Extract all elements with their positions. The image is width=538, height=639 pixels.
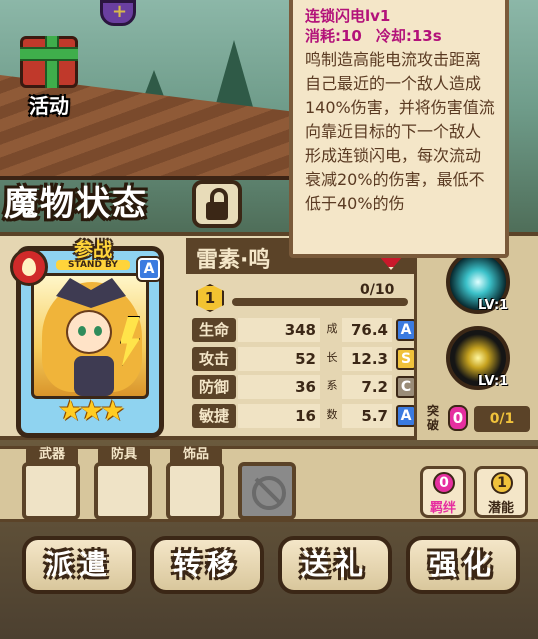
growth-label: 长: [326, 351, 338, 364]
rank-badge: A: [138, 258, 160, 280]
monster-name: 雷素·鸣: [196, 248, 271, 273]
tooltip-skill-name: 连锁闪电lv1: [305, 7, 391, 25]
stat-value: 52: [238, 347, 320, 371]
enhance-button[interactable]: 强化: [406, 536, 520, 594]
potential-label: 潜能: [487, 501, 514, 516]
gift-icon: [20, 36, 78, 88]
growth-value: 76.4: [342, 318, 392, 342]
gem-plus-icon[interactable]: +: [100, 0, 136, 26]
growth-label: 数: [326, 408, 338, 421]
stat-label: 攻击: [192, 347, 236, 371]
tooltip-cost: 消耗:10: [305, 27, 362, 45]
fire-element-icon: [10, 248, 48, 286]
potential-count: 1: [491, 472, 513, 494]
bond-button[interactable]: 0 羁绊: [420, 466, 466, 518]
exp-text: 0/10: [360, 282, 395, 298]
stat-label: 生命: [192, 318, 236, 342]
bond-count: 0: [433, 472, 455, 494]
star-rating: ★★★: [58, 396, 125, 426]
stat-value: 348: [238, 318, 320, 342]
stat-row: 攻击 52 长 12.3 S: [192, 347, 416, 373]
growth-value: 7.2: [342, 375, 392, 399]
armor-slot[interactable]: [94, 462, 152, 520]
stat-label: 防御: [192, 375, 236, 399]
accessory-slot[interactable]: [166, 462, 224, 520]
dispatch-button[interactable]: 派遣: [22, 536, 136, 594]
event-label: 活动: [29, 94, 69, 118]
grade-badge: A: [396, 405, 416, 427]
grade-badge: C: [396, 376, 416, 398]
exp-bar: [232, 298, 408, 306]
lock-button[interactable]: [192, 180, 242, 228]
monster-portrait: [31, 273, 149, 399]
tooltip-cooldown: 冷却:13s: [375, 27, 442, 45]
stat-row: 生命 348 成 76.4 A: [192, 318, 416, 344]
weapon-slot[interactable]: [22, 462, 80, 520]
locked-slot[interactable]: [238, 462, 296, 520]
standby-label: STAND BY: [56, 260, 130, 270]
transfer-button[interactable]: 转移: [150, 536, 264, 594]
growth-value: 5.7: [342, 404, 392, 428]
stat-value: 16: [238, 404, 320, 428]
growth-value: 12.3: [342, 347, 392, 371]
stat-value: 36: [238, 375, 320, 399]
growth-label: 成: [326, 322, 338, 335]
breakthrough-progress[interactable]: 0/1: [474, 406, 530, 432]
stat-row: 防御 36 系 7.2 C: [192, 375, 416, 401]
breakthrough-count: 0: [448, 405, 468, 431]
event-button[interactable]: 活动: [6, 28, 92, 120]
bond-label: 羁绊: [429, 501, 456, 516]
tooltip-description: 鸣制造高能电流攻击距离自己最近的一个敌人造成140%伤害，并将伤害值流向靠近目标…: [305, 50, 495, 213]
potential-button[interactable]: 1 潜能: [474, 466, 528, 518]
growth-label: 系: [326, 379, 338, 392]
skill-level: LV:1: [478, 298, 509, 313]
stat-row: 敏捷 16 数 5.7 A: [192, 404, 416, 430]
breakthrough-label: 突破: [426, 404, 439, 432]
grade-badge: S: [396, 348, 416, 370]
stat-label: 敏捷: [192, 404, 236, 428]
skill-level: LV:1: [478, 374, 509, 389]
fight-label: 参战: [73, 239, 112, 261]
game-scene: + 活动 魔物状态 参战 STAND BY A ★★★ 雷素·鸣 0 1: [0, 0, 538, 639]
standby-banner: 参战 STAND BY: [56, 240, 130, 274]
star-icon: ★: [100, 394, 126, 427]
screen-title: 魔物状态: [4, 184, 148, 224]
grade-badge: A: [396, 319, 416, 341]
gift-button[interactable]: 送礼: [278, 536, 392, 594]
skill-tooltip: 连锁闪电lv1 消耗:10 冷却:13s 鸣制造高能电流攻击距离自己最近的一个敌人…: [289, 0, 509, 258]
